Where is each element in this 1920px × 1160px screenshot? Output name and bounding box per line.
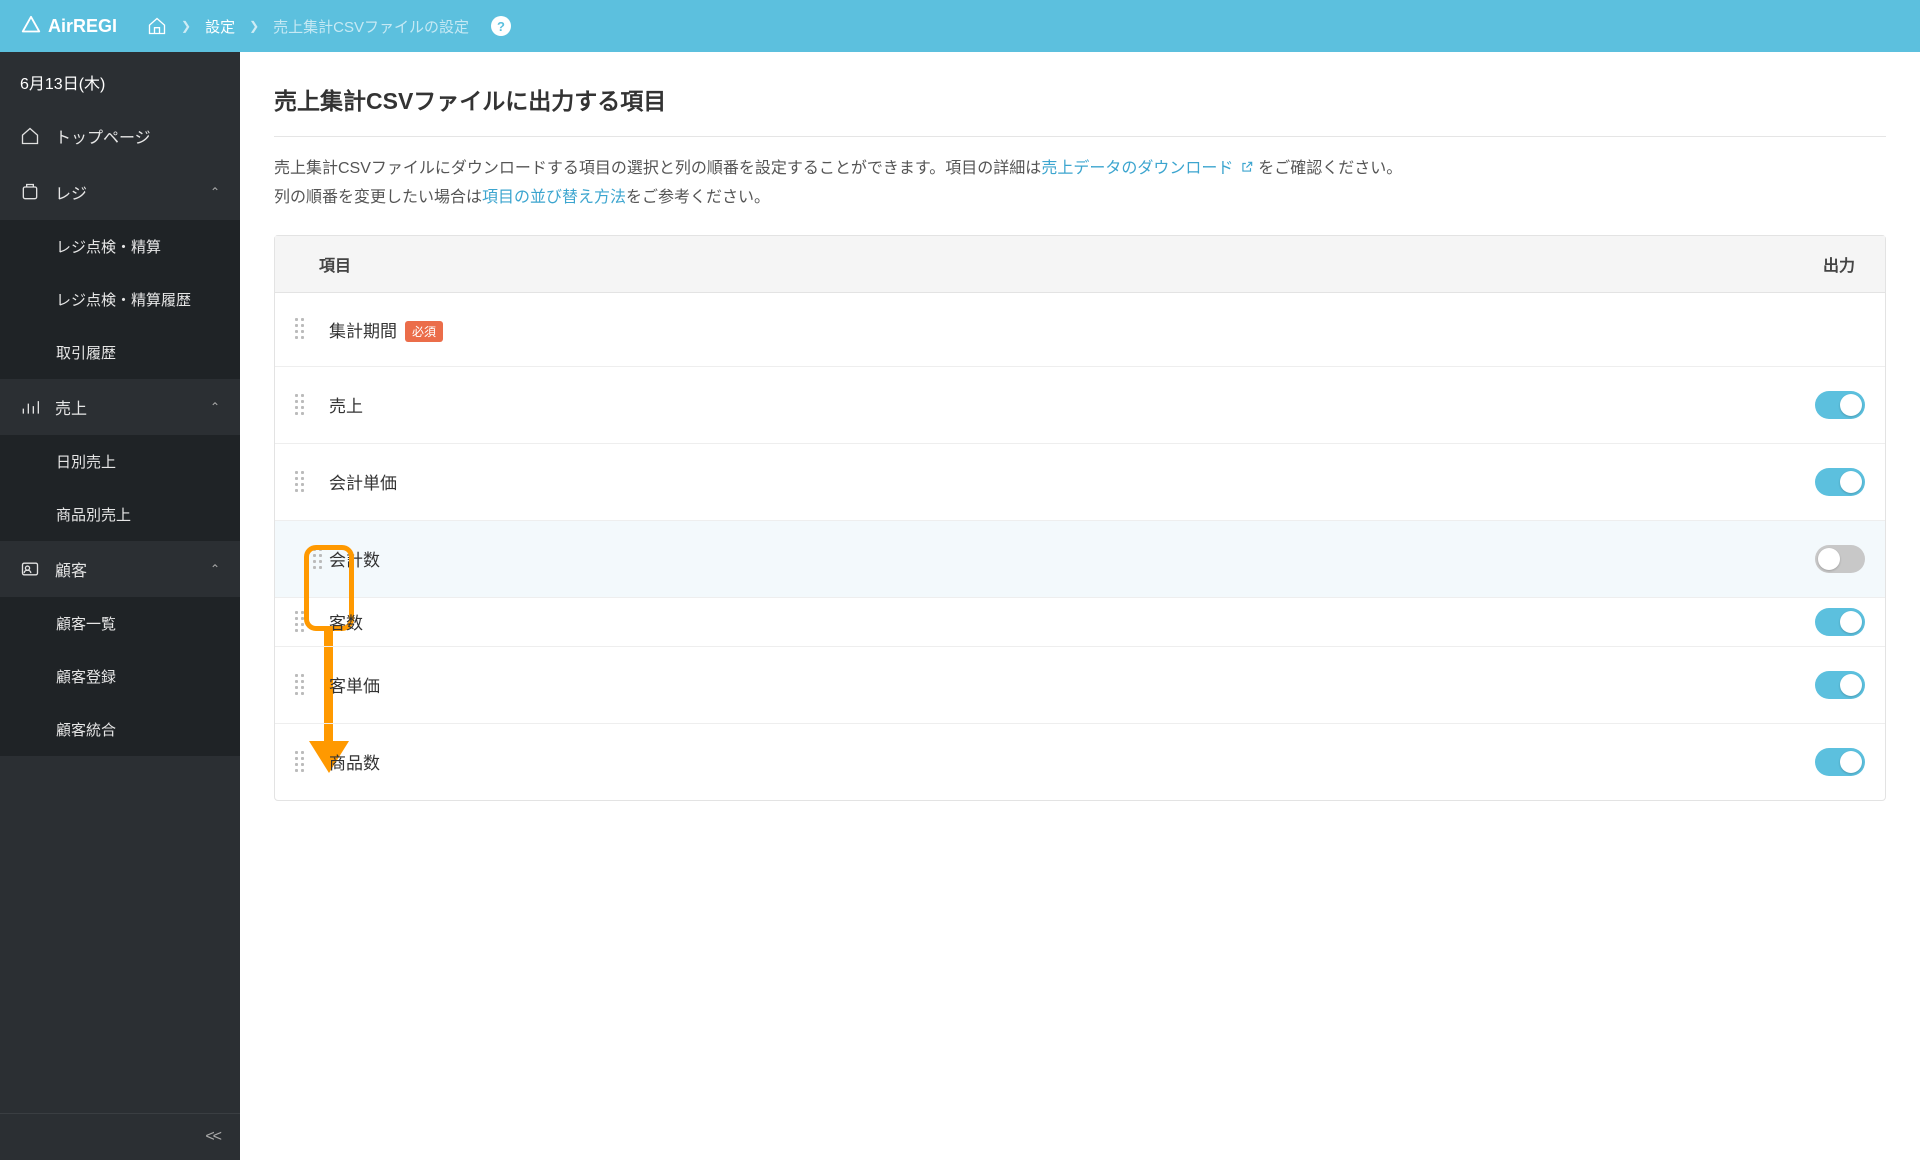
table-row: 商品数 [275, 724, 1885, 800]
table-row: 会計数 [275, 521, 1885, 598]
sidebar: 6月13日(木) トップページ レジ ⌃ レジ点検・精算 レジ点検・精算履歴 取… [0, 52, 240, 1160]
row-label: 会計単価 [329, 469, 1815, 494]
sidebar-item-customer-merge[interactable]: 顧客統合 [0, 703, 240, 756]
home-icon[interactable] [147, 16, 167, 36]
drag-handle-icon[interactable] [295, 471, 309, 493]
csv-fields-table: 項目 出力 集計期間必須 売上 会計単価 [274, 235, 1886, 801]
nav-label: トップページ [55, 124, 220, 148]
table-row: 客数 [275, 598, 1885, 647]
home-icon [20, 126, 40, 146]
nav-label: 売上 [55, 395, 195, 419]
sidebar-date: 6月13日(木) [0, 52, 240, 108]
nav-label: 日別売上 [56, 451, 220, 472]
link-sales-download[interactable]: 売上データのダウンロード [1041, 160, 1253, 177]
table-row: 集計期間必須 [275, 293, 1885, 367]
desc-text: 列の順番を変更したい場合は [274, 189, 482, 206]
external-link-icon [1240, 160, 1254, 174]
sidebar-item-customer-register[interactable]: 顧客登録 [0, 650, 240, 703]
required-badge: 必須 [405, 321, 443, 342]
breadcrumb-current: 売上集計CSVファイルの設定 [273, 16, 469, 37]
drag-handle-icon[interactable] [295, 611, 309, 633]
help-icon[interactable]: ? [491, 16, 511, 36]
table-row: 会計単価 [275, 444, 1885, 521]
customer-icon [20, 559, 40, 579]
drag-handle-icon[interactable] [313, 548, 327, 570]
nav-label: 商品別売上 [56, 504, 220, 525]
nav-label: 顧客登録 [56, 666, 220, 687]
nav-label: 取引履歴 [56, 342, 220, 363]
drag-handle-icon[interactable] [295, 674, 309, 696]
link-reorder-method[interactable]: 項目の並び替え方法 [482, 189, 626, 206]
chevron-right-icon: ❯ [249, 19, 259, 33]
chevron-right-icon: ❯ [181, 19, 191, 33]
sidebar-collapse-button[interactable]: << [0, 1113, 240, 1160]
row-label: 商品数 [329, 749, 1815, 774]
desc-text: をご確認ください。 [1258, 160, 1402, 177]
sidebar-item-register-history[interactable]: レジ点検・精算履歴 [0, 273, 240, 326]
chevron-up-icon: ⌃ [210, 400, 220, 414]
app-logo[interactable]: AirREGI [20, 15, 117, 37]
row-label: 客単価 [329, 672, 1815, 697]
nav-label: 顧客統合 [56, 719, 220, 740]
output-toggle[interactable] [1815, 391, 1865, 419]
header-item: 項目 [305, 252, 1775, 276]
row-label: 売上 [329, 392, 1815, 417]
sidebar-item-top[interactable]: トップページ [0, 108, 240, 164]
drag-handle-icon[interactable] [295, 751, 309, 773]
nav-label: 顧客一覧 [56, 613, 220, 634]
sidebar-item-register-check[interactable]: レジ点検・精算 [0, 220, 240, 273]
nav-label: レジ [55, 180, 195, 204]
table-row: 売上 [275, 367, 1885, 444]
chevron-up-icon: ⌃ [210, 562, 220, 576]
row-label: 会計数 [329, 546, 1815, 571]
sidebar-item-customer[interactable]: 顧客 ⌃ [0, 541, 240, 597]
sidebar-item-daily-sales[interactable]: 日別売上 [0, 435, 240, 488]
chevron-double-left-icon: << [205, 1128, 220, 1145]
page-title: 売上集計CSVファイルに出力する項目 [274, 82, 1886, 116]
sidebar-item-transaction-history[interactable]: 取引履歴 [0, 326, 240, 379]
nav-label: レジ点検・精算 [56, 236, 220, 257]
row-label: 客数 [329, 609, 1815, 634]
sidebar-item-customer-list[interactable]: 顧客一覧 [0, 597, 240, 650]
drag-handle-icon[interactable] [295, 394, 309, 416]
breadcrumb-settings[interactable]: 設定 [205, 16, 235, 37]
app-header: AirREGI ❯ 設定 ❯ 売上集計CSVファイルの設定 ? [0, 0, 1920, 52]
sidebar-item-product-sales[interactable]: 商品別売上 [0, 488, 240, 541]
table-row: 客単価 [275, 647, 1885, 724]
page-description: 売上集計CSVファイルにダウンロードする項目の選択と列の順番を設定することができ… [274, 136, 1886, 213]
sidebar-item-register[interactable]: レジ ⌃ [0, 164, 240, 220]
chart-icon [20, 397, 40, 417]
logo-icon [20, 15, 42, 37]
nav-label: 顧客 [55, 557, 195, 581]
main-content: 売上集計CSVファイルに出力する項目 売上集計CSVファイルにダウンロードする項… [240, 52, 1920, 1160]
desc-text: をご参考ください。 [626, 189, 770, 206]
register-icon [20, 182, 40, 202]
logo-text: AirREGI [48, 16, 117, 37]
chevron-up-icon: ⌃ [210, 185, 220, 199]
header-output: 出力 [1775, 252, 1855, 276]
row-label: 集計期間必須 [329, 317, 1865, 342]
sidebar-item-sales[interactable]: 売上 ⌃ [0, 379, 240, 435]
output-toggle[interactable] [1815, 545, 1865, 573]
output-toggle[interactable] [1815, 468, 1865, 496]
output-toggle[interactable] [1815, 608, 1865, 636]
breadcrumb: ❯ 設定 ❯ 売上集計CSVファイルの設定 ? [147, 16, 511, 37]
output-toggle[interactable] [1815, 748, 1865, 776]
drag-handle-icon[interactable] [295, 318, 309, 340]
desc-text: 売上集計CSVファイルにダウンロードする項目の選択と列の順番を設定することができ… [274, 160, 1041, 177]
nav-label: レジ点検・精算履歴 [56, 289, 220, 310]
table-header: 項目 出力 [275, 236, 1885, 293]
output-toggle[interactable] [1815, 671, 1865, 699]
